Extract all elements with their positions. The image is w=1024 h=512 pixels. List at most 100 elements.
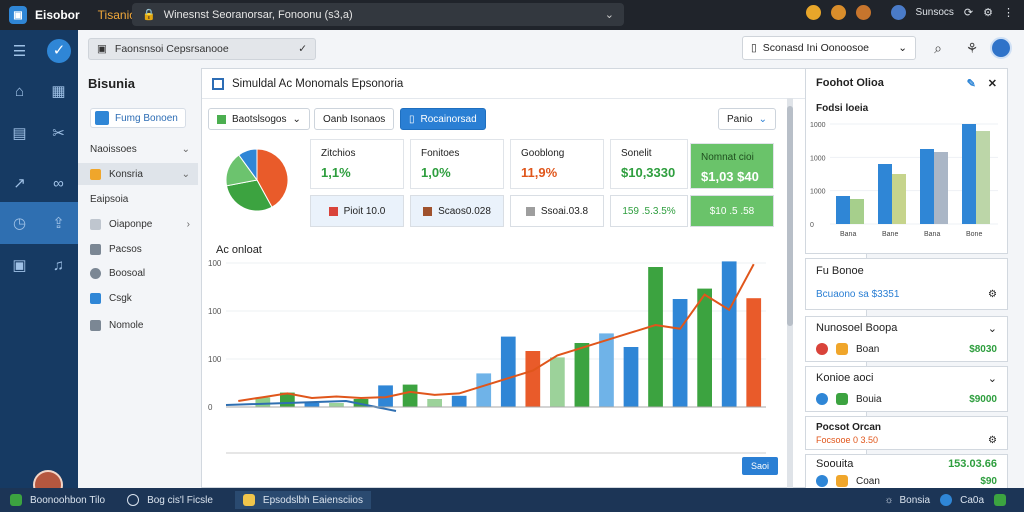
user-avatar[interactable] — [990, 37, 1012, 59]
emoji-icon[interactable] — [805, 5, 821, 20]
section-card[interactable]: Nunosoel Boopa ⌄ Boan $8030 — [805, 316, 1008, 362]
taskbar-item-active[interactable]: Epsodslbh Eaiensciios — [234, 491, 371, 509]
document-icon[interactable]: ▤ — [0, 124, 39, 142]
emoji-icon[interactable] — [855, 5, 871, 20]
more-icon[interactable]: ⋮ — [1003, 6, 1014, 19]
taskbar-item[interactable]: Ca0a — [940, 494, 1014, 506]
filter-row[interactable]: Bcuaono sa $3351 ⚙ — [806, 283, 1007, 305]
kpi-secondary[interactable]: Pioit 10.0 — [310, 195, 404, 227]
bar — [623, 347, 639, 407]
right-chart: 0 1000 1000 1000 Bana Bane Bana Bone — [810, 122, 998, 238]
nav-item-label: Pacsos — [109, 243, 142, 255]
emoji-icon[interactable] — [830, 5, 846, 20]
save-button[interactable]: Saoi — [742, 457, 778, 475]
kpi-secondary-label: Pioit 10.0 — [343, 205, 386, 217]
org-icon[interactable]: ⚘ — [962, 38, 982, 58]
kpi-card[interactable]: Nomnat cioi $1,03 $40 — [690, 143, 774, 189]
menu-icon[interactable]: ☰ — [0, 42, 39, 60]
filter-value: Bcuaono sa $3351 — [816, 288, 900, 300]
grid-icon[interactable]: ▦ — [39, 82, 78, 100]
chevron-down-icon: ⌄ — [987, 372, 997, 385]
notifications-icon[interactable]: Sunsocs — [916, 7, 954, 18]
kpi-label: Fonitoes — [421, 148, 460, 159]
toolbar-select-label: Panio — [727, 113, 753, 125]
breadcrumb[interactable]: ▣ Faonsnsoi Cepsrsanooe ✓ — [88, 38, 316, 60]
taskbar-item-label: Ca0a — [960, 494, 984, 506]
tools-icon[interactable]: ✂ — [39, 124, 78, 142]
kpi-secondary[interactable]: 159 .5.3.5% — [610, 195, 688, 227]
clock-icon[interactable]: ◷ — [0, 214, 39, 232]
bell-icon[interactable]: ♫ — [39, 257, 78, 274]
section-card[interactable]: Konioe aoci ⌄ Bouia $9000 — [805, 366, 1008, 412]
settings-icon[interactable]: ⚙ — [988, 435, 997, 446]
bar — [451, 395, 467, 407]
app-tab[interactable]: Tisanio — [98, 8, 136, 22]
scrollbar[interactable] — [787, 98, 793, 498]
top-select[interactable]: ▯ Sconasd Ini Oonoosoe ⌄ — [742, 36, 916, 60]
edit-icon[interactable]: ✎ — [967, 77, 976, 90]
upload-icon[interactable]: ⇪ — [39, 214, 78, 232]
square-icon — [836, 393, 848, 405]
taskbar-item[interactable]: Boonoohbon Tilo — [10, 494, 105, 506]
nav-item[interactable]: Naoissoes ⌄ — [78, 138, 198, 160]
x-tick-label: Bone — [966, 231, 982, 238]
breadcrumb-label: Faonsnsoi Cepsrsanooe — [114, 43, 229, 55]
nav-item-selected[interactable]: Konsria ⌄ — [78, 163, 198, 185]
search-icon[interactable]: ⌕ — [928, 38, 948, 58]
chevron-down-icon[interactable]: ⌄ — [605, 8, 614, 21]
kpi-card[interactable]: Sonelit $10,3330 — [610, 139, 688, 189]
toolbar-button-label: Baotslsogos — [232, 113, 287, 125]
close-icon[interactable]: ✕ — [988, 77, 997, 90]
trend-icon[interactable]: ↗ — [0, 174, 39, 192]
kpi-card[interactable]: Gooblong 11,9% — [510, 139, 604, 189]
settings-icon[interactable]: ⚙ — [988, 289, 997, 300]
taskbar-item[interactable]: ☼ Bonsia — [884, 495, 930, 506]
taskbar-item[interactable]: Bog cis'l Ficsle — [127, 494, 213, 506]
kpi-secondary[interactable]: Scaos0.028 — [410, 195, 504, 227]
nav-item[interactable]: Eaipsoia — [78, 188, 198, 210]
toolbar-select[interactable]: Panio ⌄ — [718, 108, 776, 130]
kpi-card[interactable]: Zitchios 1,1% — [310, 139, 404, 189]
check-icon: ✓ — [298, 43, 307, 55]
sidebar-row: ▤ ✂ — [0, 114, 78, 152]
kpi-card[interactable]: Fonitoes 1,0% — [410, 139, 504, 189]
url-bar[interactable]: 🔒 Winesnst Seoranorsar, Fonoonu (s3,a) ⌄ — [132, 3, 624, 26]
nav-item[interactable]: Boosoal — [78, 262, 198, 284]
nav-action-button[interactable]: Fumg Bonoen — [90, 108, 186, 128]
globe-icon[interactable] — [890, 5, 906, 20]
status-dot — [816, 475, 828, 487]
folder-icon — [90, 168, 101, 180]
nav-item[interactable]: Pacsos — [78, 238, 198, 260]
nav-item[interactable]: Nomole — [78, 314, 198, 336]
check-icon[interactable]: ✓ — [47, 39, 71, 63]
kpi-secondary-label: $10 .5 .58 — [709, 205, 755, 217]
bar — [892, 174, 906, 224]
settings-icon[interactable]: ⚙ — [983, 6, 993, 19]
refresh-icon[interactable]: ⟳ — [964, 6, 973, 19]
kpi-secondary[interactable]: Ssoai.03.8 — [510, 195, 604, 227]
section-card[interactable]: Soouita 153.03.66 Coan $90 — [805, 454, 1008, 490]
y-tick-label: 0 — [208, 403, 213, 412]
bar — [976, 131, 990, 224]
home-icon[interactable]: ⌂ — [0, 83, 39, 100]
kpi-value: 1,1% — [321, 165, 351, 180]
nav-item[interactable]: Csgk — [78, 287, 198, 309]
link-icon[interactable]: ∞ — [39, 175, 78, 192]
scrollbar-thumb[interactable] — [787, 106, 793, 326]
toolbar-button[interactable]: Baotslsogos ⌄ — [208, 108, 310, 130]
app-logo: ▣ — [9, 6, 27, 24]
toolbar-button[interactable]: Oanb Isonaos — [314, 108, 395, 130]
toolbar-button-label: Rocainorsad — [420, 113, 477, 125]
sidebar-row: ▣ ♫ — [0, 246, 78, 284]
kpi-secondary[interactable]: $10 .5 .58 — [690, 195, 774, 227]
folder-icon — [242, 494, 255, 506]
bar — [427, 399, 442, 407]
section-card[interactable]: Pocsot Orcan Focsooe 0 3.50 ⚙ — [805, 416, 1008, 450]
layout-icon[interactable]: ▣ — [0, 256, 39, 274]
right-panel-title: Foohot Olioa — [816, 77, 884, 89]
nav-item[interactable]: Oiaponpe › — [78, 213, 198, 235]
title-bar: ▣ Eisobor Tisanio 🔒 Winesnst Seoranorsar… — [0, 0, 1024, 30]
toolbar-primary-button[interactable]: ▯ Rocainorsad — [400, 108, 486, 130]
section-title: Pocsot Orcan — [816, 421, 882, 433]
section-row-value: $8030 — [969, 343, 997, 355]
